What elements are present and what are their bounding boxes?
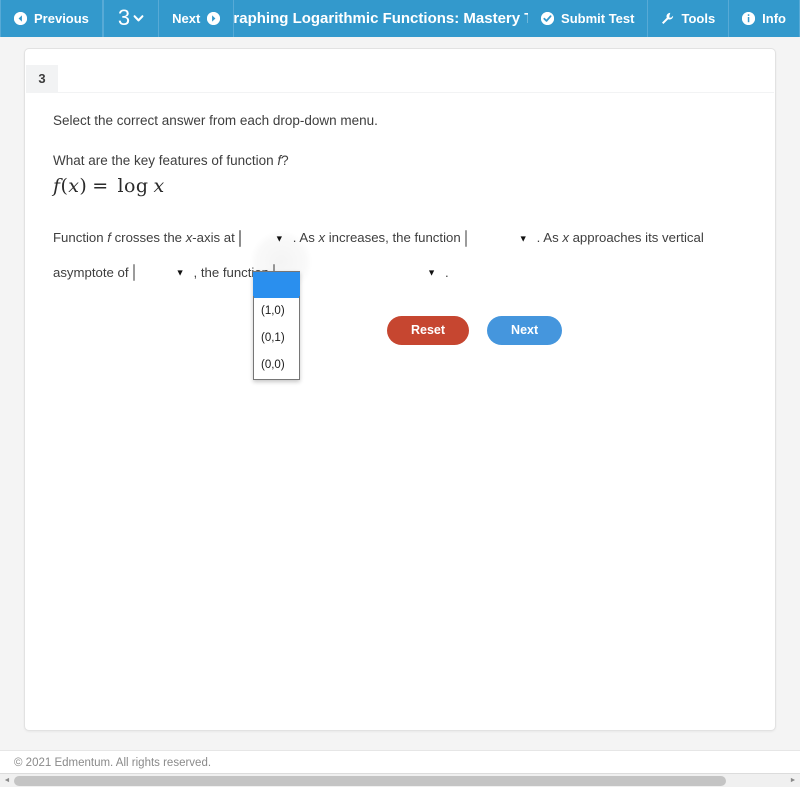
chevron-down-icon: ▼: [175, 267, 185, 278]
dropdown-option-1-0[interactable]: (1,0): [254, 298, 299, 325]
fill-in-sentence: Function f crosses the x-axis at ▼. As x …: [53, 221, 747, 290]
dropdown-asymptote-value-box[interactable]: [132, 264, 135, 282]
dropdown-increase-behavior-box[interactable]: [464, 229, 467, 247]
next-nav-button-label: Next: [172, 11, 201, 26]
wrench-icon: [661, 12, 674, 25]
submit-test-label: Submit Test: [561, 11, 635, 26]
action-buttons: Reset Next: [387, 316, 563, 345]
dropdown-x-intercept-box[interactable]: [238, 229, 241, 247]
arrow-right-circle-icon: [207, 12, 221, 25]
scroll-right-arrow-icon[interactable]: ►: [786, 774, 800, 787]
previous-button[interactable]: Previous: [0, 0, 103, 37]
dropdown-x-intercept[interactable]: ▼: [238, 222, 289, 256]
sentence-part-1: Function: [53, 230, 108, 246]
next-button[interactable]: Next: [487, 316, 563, 345]
horizontal-scrollbar-thumb[interactable]: [14, 776, 726, 786]
instruction-text: Select the correct answer from each drop…: [53, 113, 378, 128]
previous-button-label: Previous: [34, 11, 89, 26]
chevron-down-icon: [133, 13, 144, 24]
dropdown-highlight-overlay: [253, 272, 300, 296]
formula-log: log: [117, 175, 149, 198]
formula-equals: =: [92, 175, 109, 198]
chevron-down-icon: ▼: [274, 233, 284, 244]
reset-button[interactable]: Reset: [387, 316, 470, 345]
horizontal-scrollbar[interactable]: ◄ ►: [0, 773, 800, 787]
info-button[interactable]: Info: [729, 0, 800, 37]
test-title: Graphing Logarithmic Functions: Mastery …: [234, 10, 529, 27]
prompt-text-before: What are the key features of function: [53, 152, 278, 168]
submit-test-button[interactable]: Submit Test: [528, 0, 649, 37]
question-prompt: What are the key features of function f?: [53, 152, 747, 170]
sentence-italic-x-3: x: [562, 230, 569, 246]
function-formula: f(x) = log x: [53, 175, 747, 197]
tools-button-label: Tools: [681, 11, 716, 26]
question-card: 3 Select the correct answer from each dr…: [24, 48, 776, 731]
tools-button[interactable]: Tools: [648, 0, 730, 37]
question-number-tab: 3: [26, 65, 58, 92]
sentence-part-3: -axis at: [192, 230, 235, 246]
arrow-left-circle-icon: [14, 12, 27, 25]
prompt-text-after: ?: [281, 152, 289, 168]
sentence-part-6: . As: [536, 230, 563, 246]
top-navigation-bar: Previous 3 Next Graphing Logarithmic Fun…: [0, 0, 800, 37]
sentence-part-4: . As: [292, 230, 319, 246]
question-body: Select the correct answer from each drop…: [25, 93, 775, 290]
info-circle-icon: [742, 12, 756, 25]
scroll-left-arrow-icon[interactable]: ◄: [0, 774, 14, 787]
formula-variable: x: [68, 175, 80, 198]
dropdown-asymptote-value[interactable]: ▼: [132, 256, 190, 290]
question-tab-filler: [58, 65, 774, 92]
question-number-value: 3: [117, 4, 131, 30]
next-nav-button[interactable]: Next: [159, 0, 235, 37]
copyright-text: © 2021 Edmentum. All rights reserved.: [14, 756, 212, 769]
sentence-part-2: crosses the: [110, 230, 186, 246]
chevron-down-icon: ▼: [427, 267, 437, 278]
sentence-part-9: .: [445, 264, 449, 280]
info-button-label: Info: [762, 11, 786, 26]
dropdown-option-0-0[interactable]: (0,0): [254, 352, 299, 379]
dropdown-option-0-1[interactable]: (0,1): [254, 325, 299, 352]
formula-argument: x: [153, 175, 165, 198]
question-number-selector[interactable]: 3: [102, 0, 160, 37]
sentence-part-5: increases, the function: [325, 230, 461, 246]
check-circle-icon: [541, 12, 555, 25]
page-footer: © 2021 Edmentum. All rights reserved.: [0, 750, 800, 774]
chevron-down-icon: ▼: [518, 233, 528, 244]
dropdown-increase-behavior[interactable]: ▼: [464, 222, 533, 256]
